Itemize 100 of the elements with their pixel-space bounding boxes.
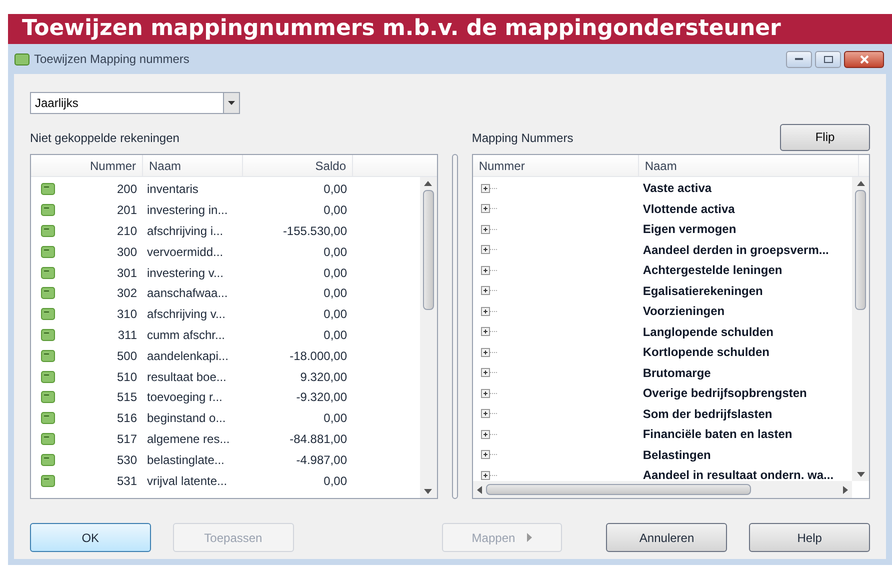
horizontal-scrollbar[interactable] (472, 481, 852, 498)
table-cell-text: -84.881,00 (288, 430, 348, 448)
banner: Toewijzen mappingnummers m.b.v. de mappingondersteuner (8, 14, 892, 44)
expand-icon[interactable] (480, 327, 499, 336)
table-cell-text: -155.530,00 (282, 222, 348, 240)
table-cell-text: -18.000,00 (288, 348, 348, 365)
table-cell-text: 311 (118, 326, 138, 344)
table-cell-text: aanschafwaa... (146, 285, 229, 302)
table-cell-text: investering v... (146, 264, 224, 282)
vertical-scrollbar[interactable] (852, 177, 869, 481)
scroll-down-icon[interactable] (856, 472, 864, 477)
table-cell-text: belastinglate... (146, 452, 226, 469)
scroll-up-icon[interactable] (424, 181, 432, 186)
table-cell-text: 0,00 (322, 181, 348, 198)
tree-item[interactable]: Aandeel in resultaat ondern. wa... (638, 466, 834, 484)
table-cell-text: 200 (116, 181, 138, 198)
scroll-right-icon[interactable] (843, 486, 848, 494)
expand-icon[interactable] (480, 388, 499, 398)
tree-item[interactable]: Achtergestelde leningen (638, 261, 782, 280)
tree-item[interactable]: Egalisatierekeningen (638, 282, 763, 300)
tree-item[interactable]: Langlopende schulden (638, 322, 774, 341)
account-icon (41, 287, 55, 300)
expand-icon[interactable] (480, 245, 499, 254)
tree-item[interactable]: Kortlopende schulden (638, 343, 770, 362)
table-cell-text: -9.320,00 (295, 389, 348, 406)
tree-item[interactable]: Financiële baten en lasten (638, 425, 792, 444)
tree-item[interactable]: Brutomarge (638, 364, 711, 382)
table-cell-text: 0,00 (322, 244, 348, 261)
account-icon (41, 328, 55, 341)
expand-icon[interactable] (480, 306, 499, 316)
scroll-left-icon[interactable] (476, 486, 482, 494)
account-icon (41, 370, 55, 383)
table-cell-text: 517 (116, 430, 138, 448)
app-icon (14, 52, 30, 66)
scroll-thumb[interactable] (422, 190, 434, 310)
table-cell-text: resultaat boe... (146, 368, 228, 386)
tree-item[interactable]: Belastingen (638, 446, 711, 464)
table-cell-text: 0,00 (322, 472, 348, 490)
column-header[interactable]: Naam (638, 155, 859, 176)
dialog-button[interactable]: Help (749, 523, 870, 552)
caret-right-icon (527, 533, 532, 542)
account-icon (41, 246, 55, 258)
scroll-thumb[interactable] (855, 190, 866, 310)
caret-icon (228, 101, 235, 105)
vertical-scrollbar[interactable] (420, 177, 437, 498)
period-dropdown[interactable]: Jaarlijks (30, 92, 240, 114)
expand-icon[interactable] (480, 184, 499, 193)
close-button[interactable] (844, 50, 884, 68)
expand-icon[interactable] (480, 266, 499, 275)
tree-item[interactable]: Aandeel derden in groepsverm... (638, 240, 829, 259)
maximize-button[interactable] (815, 50, 841, 68)
tree-item[interactable]: Eigen vermogen (638, 220, 736, 238)
section-label: Niet gekoppelde rekeningen (30, 130, 180, 147)
table-cell-text: 500 (116, 348, 138, 365)
table-cell-text: algemene res... (146, 430, 231, 448)
tree-item[interactable]: Vlottende activa (638, 200, 735, 218)
window-title: Toewijzen Mapping nummers (34, 51, 190, 68)
table-cell-text: beginstand o... (146, 410, 227, 428)
expand-icon[interactable] (480, 286, 499, 296)
account-icon (41, 183, 55, 196)
table-cell-text: 515 (116, 389, 138, 406)
column-header[interactable]: Nummer (472, 155, 639, 176)
expand-icon[interactable] (480, 409, 499, 418)
table-cell-text: 0,00 (322, 410, 348, 428)
close-icon (860, 54, 868, 64)
expand-icon[interactable] (480, 204, 499, 214)
expand-icon[interactable] (480, 450, 499, 460)
account-icon (41, 474, 55, 487)
account-icon (41, 204, 55, 216)
table-cell-text: 516 (116, 410, 138, 428)
table-cell-text: 300 (116, 244, 138, 261)
scroll-thumb[interactable] (486, 484, 751, 495)
table-cell-text: 0,00 (322, 326, 348, 344)
expand-icon[interactable] (480, 470, 499, 480)
expand-icon[interactable] (480, 348, 499, 357)
column-header[interactable]: Naam (143, 155, 243, 176)
minimize-button[interactable] (786, 50, 812, 68)
dialog-button[interactable]: OK (30, 523, 151, 552)
account-icon (41, 308, 55, 320)
tree-item[interactable]: Som der bedrijfslasten (638, 404, 772, 423)
expand-icon[interactable] (480, 430, 499, 439)
column-header[interactable]: Nummer (31, 155, 143, 176)
tree-item[interactable]: Overige bedrijfsopbrengsten (638, 384, 807, 402)
table-cell-text: cumm afschr... (146, 326, 226, 344)
table-cell-text: vrijval latente... (146, 472, 228, 490)
column-header[interactable]: Saldo (243, 155, 353, 176)
scroll-down-icon[interactable] (424, 489, 432, 494)
account-icon (41, 454, 55, 466)
flip-button[interactable]: Flip (780, 124, 870, 150)
tree-item[interactable]: Voorzieningen (638, 302, 725, 320)
expand-icon[interactable] (480, 368, 499, 378)
table-cell-text: toevoeging r... (146, 389, 224, 406)
account-icon (41, 224, 55, 237)
dialog-button[interactable]: Annuleren (606, 523, 728, 552)
section-label: Mapping Nummers (472, 130, 574, 147)
account-icon (41, 391, 55, 404)
expand-icon[interactable] (480, 224, 499, 234)
tree-item[interactable]: Vaste activa (638, 179, 712, 198)
scroll-up-icon[interactable] (856, 181, 864, 186)
table-cell-text: 0,00 (322, 306, 348, 324)
